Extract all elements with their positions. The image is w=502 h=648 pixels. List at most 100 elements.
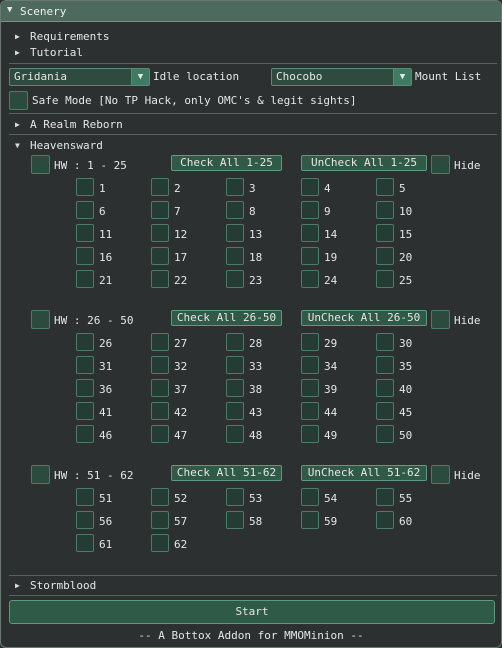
scenery-checkbox[interactable] <box>226 333 244 351</box>
hide-checkbox[interactable] <box>431 155 450 174</box>
scenery-checkbox[interactable] <box>76 511 94 529</box>
scenery-checkbox[interactable] <box>151 356 169 374</box>
scenery-checkbox[interactable] <box>301 488 319 506</box>
mount-list-label: Mount List <box>415 70 482 83</box>
scenery-checkbox[interactable] <box>301 356 319 374</box>
group-select-checkbox[interactable] <box>31 310 50 329</box>
scenery-checkbox[interactable] <box>301 247 319 265</box>
check-all-button[interactable]: Check All 26-50 <box>171 310 282 326</box>
scenery-checkbox[interactable] <box>301 425 319 443</box>
uncheck-all-button[interactable]: UnCheck All 1-25 <box>301 155 427 171</box>
scenery-checkbox[interactable] <box>376 488 394 506</box>
tree-node-a-realm-reborn[interactable]: A Realm Reborn <box>30 118 123 131</box>
scenery-checkbox[interactable] <box>376 511 394 529</box>
scenery-checkbox[interactable] <box>376 224 394 242</box>
start-button[interactable]: Start <box>9 600 495 624</box>
scenery-checkbox[interactable] <box>151 270 169 288</box>
dropdown-arrow-icon[interactable]: ▼ <box>131 69 149 85</box>
scenery-checkbox[interactable] <box>76 425 94 443</box>
scenery-checkbox[interactable] <box>151 425 169 443</box>
tree-node-tutorial[interactable]: Tutorial <box>30 46 83 59</box>
safe-mode-checkbox[interactable] <box>9 91 28 110</box>
scenery-checkbox[interactable] <box>76 534 94 552</box>
scenery-checkbox[interactable] <box>76 379 94 397</box>
triangle-right-icon[interactable]: ▶ <box>15 48 20 57</box>
scenery-checkbox-label: 43 <box>249 406 263 419</box>
scenery-checkbox[interactable] <box>76 402 94 420</box>
scenery-checkbox[interactable] <box>76 270 94 288</box>
check-all-button[interactable]: Check All 1-25 <box>171 155 282 171</box>
scenery-checkbox-label: 61 <box>99 538 113 551</box>
hide-checkbox[interactable] <box>431 310 450 329</box>
scenery-checkbox[interactable] <box>376 333 394 351</box>
scenery-checkbox[interactable] <box>301 178 319 196</box>
scenery-checkbox[interactable] <box>301 511 319 529</box>
scenery-checkbox[interactable] <box>76 201 94 219</box>
scenery-checkbox[interactable] <box>376 270 394 288</box>
mount-list-combo[interactable]: Chocobo ▼ <box>271 68 412 86</box>
scenery-checkbox[interactable] <box>151 178 169 196</box>
uncheck-all-button[interactable]: UnCheck All 51-62 <box>301 465 427 481</box>
scenery-checkbox[interactable] <box>151 201 169 219</box>
group-select-checkbox[interactable] <box>31 465 50 484</box>
scenery-checkbox[interactable] <box>151 224 169 242</box>
scenery-checkbox[interactable] <box>76 178 94 196</box>
scenery-checkbox[interactable] <box>76 224 94 242</box>
scenery-checkbox-label: 37 <box>174 383 188 396</box>
scenery-checkbox[interactable] <box>301 379 319 397</box>
scenery-checkbox[interactable] <box>151 333 169 351</box>
scenery-checkbox[interactable] <box>151 511 169 529</box>
scenery-checkbox[interactable] <box>226 356 244 374</box>
group-select-checkbox[interactable] <box>31 155 50 174</box>
idle-location-combo[interactable]: Gridania ▼ <box>9 68 150 86</box>
triangle-right-icon[interactable]: ▶ <box>15 32 20 41</box>
scenery-checkbox[interactable] <box>151 379 169 397</box>
scenery-checkbox[interactable] <box>376 425 394 443</box>
check-all-button[interactable]: Check All 51-62 <box>171 465 282 481</box>
tree-node-heavensward[interactable]: Heavensward <box>30 139 103 152</box>
triangle-right-icon[interactable]: ▶ <box>15 581 20 590</box>
scenery-checkbox[interactable] <box>376 402 394 420</box>
scenery-checkbox[interactable] <box>376 201 394 219</box>
scenery-checkbox[interactable] <box>76 356 94 374</box>
collapse-window-icon[interactable]: ▼ <box>7 5 12 15</box>
scenery-checkbox-label: 39 <box>324 383 338 396</box>
scenery-checkbox[interactable] <box>301 333 319 351</box>
scenery-checkbox[interactable] <box>151 488 169 506</box>
dropdown-arrow-icon[interactable]: ▼ <box>393 69 411 85</box>
scenery-checkbox[interactable] <box>376 178 394 196</box>
scenery-checkbox[interactable] <box>226 247 244 265</box>
scenery-checkbox[interactable] <box>76 488 94 506</box>
uncheck-all-button[interactable]: UnCheck All 26-50 <box>301 310 427 326</box>
scenery-checkbox[interactable] <box>76 333 94 351</box>
scenery-checkbox[interactable] <box>226 178 244 196</box>
scenery-checkbox[interactable] <box>151 534 169 552</box>
title-bar[interactable]: ▼ Scenery <box>1 1 501 22</box>
tree-node-stormblood[interactable]: Stormblood <box>30 579 96 592</box>
hide-checkbox[interactable] <box>431 465 450 484</box>
scenery-checkbox-label: 58 <box>249 515 263 528</box>
scenery-checkbox[interactable] <box>76 247 94 265</box>
scenery-checkbox[interactable] <box>151 247 169 265</box>
triangle-right-icon[interactable]: ▶ <box>15 120 20 129</box>
scenery-checkbox[interactable] <box>151 402 169 420</box>
scenery-checkbox[interactable] <box>226 201 244 219</box>
tree-node-requirements[interactable]: Requirements <box>30 30 109 43</box>
scenery-checkbox[interactable] <box>226 488 244 506</box>
scenery-checkbox[interactable] <box>376 247 394 265</box>
scenery-checkbox[interactable] <box>226 224 244 242</box>
scenery-checkbox[interactable] <box>301 224 319 242</box>
scenery-checkbox[interactable] <box>301 201 319 219</box>
scenery-checkbox[interactable] <box>226 270 244 288</box>
scenery-checkbox-label: 51 <box>99 492 113 505</box>
scenery-checkbox[interactable] <box>226 511 244 529</box>
scenery-checkbox[interactable] <box>226 379 244 397</box>
scenery-checkbox[interactable] <box>226 402 244 420</box>
scenery-checkbox[interactable] <box>301 270 319 288</box>
scenery-checkbox[interactable] <box>301 402 319 420</box>
triangle-down-icon[interactable]: ▼ <box>15 141 20 150</box>
scenery-checkbox[interactable] <box>226 425 244 443</box>
hide-label: Hide <box>454 314 481 327</box>
scenery-checkbox[interactable] <box>376 356 394 374</box>
scenery-checkbox[interactable] <box>376 379 394 397</box>
